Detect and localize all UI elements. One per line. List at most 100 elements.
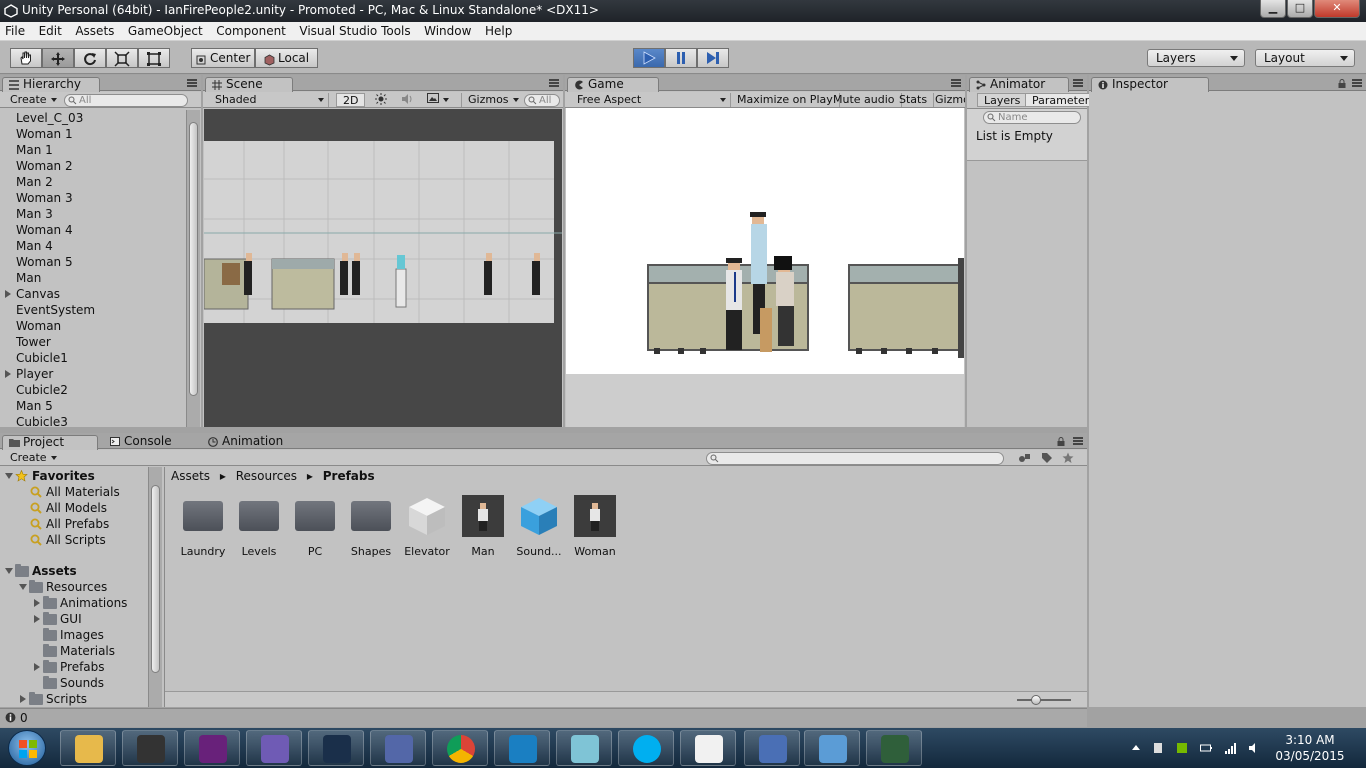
hierarchy-search-input[interactable]: All bbox=[64, 94, 188, 107]
asset-item[interactable]: Sound... bbox=[511, 495, 567, 558]
layout-dropdown[interactable]: Layout bbox=[1255, 49, 1355, 67]
scrollbar-thumb[interactable] bbox=[151, 485, 160, 673]
network-signal-icon[interactable] bbox=[1224, 742, 1236, 754]
favorites-header[interactable]: Favorites bbox=[0, 468, 162, 484]
aspect-dropdown[interactable]: Free Aspect bbox=[571, 93, 731, 107]
expand-arrow-icon[interactable] bbox=[20, 695, 26, 703]
hierarchy-item[interactable]: Cubicle1 bbox=[0, 350, 186, 366]
hierarchy-item[interactable]: Woman 2 bbox=[0, 158, 186, 174]
panel-menu-icon[interactable] bbox=[549, 79, 559, 87]
tree-item[interactable]: Prefabs bbox=[0, 659, 162, 675]
project-tree-scrollbar[interactable] bbox=[148, 467, 162, 707]
webstorm-taskbar-button[interactable] bbox=[308, 730, 364, 766]
hierarchy-item[interactable]: Man 4 bbox=[0, 238, 186, 254]
tree-item[interactable]: Animations bbox=[0, 595, 162, 611]
notepad-taskbar-button[interactable] bbox=[556, 730, 612, 766]
favorite-item[interactable]: All Models bbox=[0, 500, 162, 516]
stats-toggle[interactable]: Stats bbox=[893, 93, 935, 107]
favorite-item[interactable]: All Materials bbox=[0, 484, 162, 500]
tray-expand-icon[interactable] bbox=[1130, 742, 1142, 754]
expand-arrow-icon[interactable] bbox=[5, 290, 11, 298]
explorer-taskbar-button[interactable] bbox=[60, 730, 116, 766]
expand-arrow-icon[interactable] bbox=[34, 615, 40, 623]
filter-label-icon[interactable] bbox=[1041, 452, 1053, 464]
filter-type-icon[interactable] bbox=[1018, 452, 1032, 464]
hierarchy-item[interactable]: Man 5 bbox=[0, 398, 186, 414]
close-button[interactable]: ✕ bbox=[1314, 0, 1360, 18]
tab-animator[interactable]: Animator bbox=[969, 77, 1069, 92]
asset-item[interactable]: Elevator bbox=[399, 495, 455, 558]
hierarchy-item[interactable]: Man 1 bbox=[0, 142, 186, 158]
battery-icon[interactable] bbox=[1200, 742, 1212, 754]
breadcrumb-prefabs[interactable]: Prefabs bbox=[323, 469, 375, 483]
favorite-item[interactable]: All Scripts bbox=[0, 532, 162, 548]
hierarchy-item[interactable]: Man bbox=[0, 270, 186, 286]
tray-device-icon[interactable] bbox=[1152, 742, 1164, 754]
project-search-input[interactable] bbox=[706, 452, 1004, 465]
hierarchy-scrollbar[interactable] bbox=[186, 110, 200, 427]
tree-item-resources[interactable]: Resources bbox=[0, 579, 162, 595]
menu-window[interactable]: Window bbox=[419, 22, 476, 38]
panel-menu-icon[interactable] bbox=[1073, 79, 1083, 87]
zoom-slider-track[interactable] bbox=[1017, 699, 1071, 701]
hierarchy-item[interactable]: Woman 1 bbox=[0, 126, 186, 142]
wordpad-taskbar-button[interactable] bbox=[680, 730, 736, 766]
tab-console[interactable]: Console bbox=[104, 435, 194, 450]
maximize-button[interactable]: □ bbox=[1287, 0, 1313, 18]
photos-taskbar-button[interactable] bbox=[804, 730, 860, 766]
2d-toggle[interactable]: 2D bbox=[336, 93, 366, 107]
asset-item[interactable]: Laundry bbox=[175, 495, 231, 558]
rotate-tool-button[interactable] bbox=[74, 48, 106, 68]
hierarchy-item[interactable]: Man 3 bbox=[0, 206, 186, 222]
mute-audio-toggle[interactable]: Mute audio bbox=[827, 93, 902, 107]
scene-viewport[interactable] bbox=[204, 109, 562, 427]
hierarchy-item[interactable]: Level_C_03 bbox=[0, 110, 186, 126]
hierarchy-item[interactable]: Woman 3 bbox=[0, 190, 186, 206]
skype-taskbar-button[interactable] bbox=[618, 730, 674, 766]
play-button[interactable] bbox=[633, 48, 665, 68]
tab-project[interactable]: Project bbox=[2, 435, 98, 450]
hand-tool-button[interactable] bbox=[10, 48, 42, 68]
menu-help[interactable]: Help bbox=[480, 22, 517, 38]
tab-animation[interactable]: Animation bbox=[202, 435, 302, 450]
tab-game[interactable]: Game bbox=[567, 77, 659, 92]
minimize-button[interactable]: ▁ bbox=[1260, 0, 1286, 18]
expand-arrow-icon[interactable] bbox=[19, 584, 27, 590]
shading-mode-dropdown[interactable]: Shaded bbox=[209, 93, 329, 107]
visual-studio-taskbar-button[interactable] bbox=[184, 730, 240, 766]
hierarchy-item[interactable]: Canvas bbox=[0, 286, 186, 302]
project-create-dropdown[interactable]: Create bbox=[4, 451, 63, 465]
expand-arrow-icon[interactable] bbox=[5, 568, 13, 574]
hierarchy-item[interactable]: Cubicle2 bbox=[0, 382, 186, 398]
rect-tool-button[interactable] bbox=[138, 48, 170, 68]
menu-visual-studio-tools[interactable]: Visual Studio Tools bbox=[294, 22, 415, 38]
taskbar-clock[interactable]: 3:10 AM 03/05/2015 bbox=[1272, 732, 1348, 764]
expand-arrow-icon[interactable] bbox=[34, 599, 40, 607]
asset-item[interactable]: Levels bbox=[231, 495, 287, 558]
pivot-local-button[interactable]: Local bbox=[255, 48, 318, 68]
maximize-on-play-toggle[interactable]: Maximize on Play bbox=[731, 93, 840, 107]
volume-icon[interactable] bbox=[1248, 742, 1260, 754]
paint-taskbar-button[interactable] bbox=[744, 730, 800, 766]
tree-item[interactable]: Images bbox=[0, 627, 162, 643]
asset-item[interactable]: PC bbox=[287, 495, 343, 558]
tree-item[interactable]: GUI bbox=[0, 611, 162, 627]
lighting-toggle[interactable] bbox=[369, 93, 393, 107]
asset-item[interactable]: Shapes bbox=[343, 495, 399, 558]
favorite-star-icon[interactable] bbox=[1062, 452, 1074, 464]
hierarchy-item[interactable]: Woman 5 bbox=[0, 254, 186, 270]
scale-tool-button[interactable] bbox=[106, 48, 138, 68]
scene-search-input[interactable]: All bbox=[524, 94, 560, 107]
animator-layers-tab[interactable]: Layers bbox=[977, 93, 1028, 107]
task-manager-taskbar-button[interactable] bbox=[866, 730, 922, 766]
php-taskbar-button[interactable] bbox=[370, 730, 426, 766]
hierarchy-item[interactable]: Woman bbox=[0, 318, 186, 334]
hierarchy-item[interactable]: Cubicle3 bbox=[0, 414, 186, 430]
sourcetree-taskbar-button[interactable] bbox=[494, 730, 550, 766]
game-viewport[interactable] bbox=[566, 108, 964, 427]
hierarchy-item[interactable]: Player bbox=[0, 366, 186, 382]
animator-search-input[interactable]: Name bbox=[983, 111, 1081, 124]
expand-arrow-icon[interactable] bbox=[5, 473, 13, 479]
layers-dropdown[interactable]: Layers bbox=[1147, 49, 1245, 67]
expand-arrow-icon[interactable] bbox=[5, 370, 11, 378]
